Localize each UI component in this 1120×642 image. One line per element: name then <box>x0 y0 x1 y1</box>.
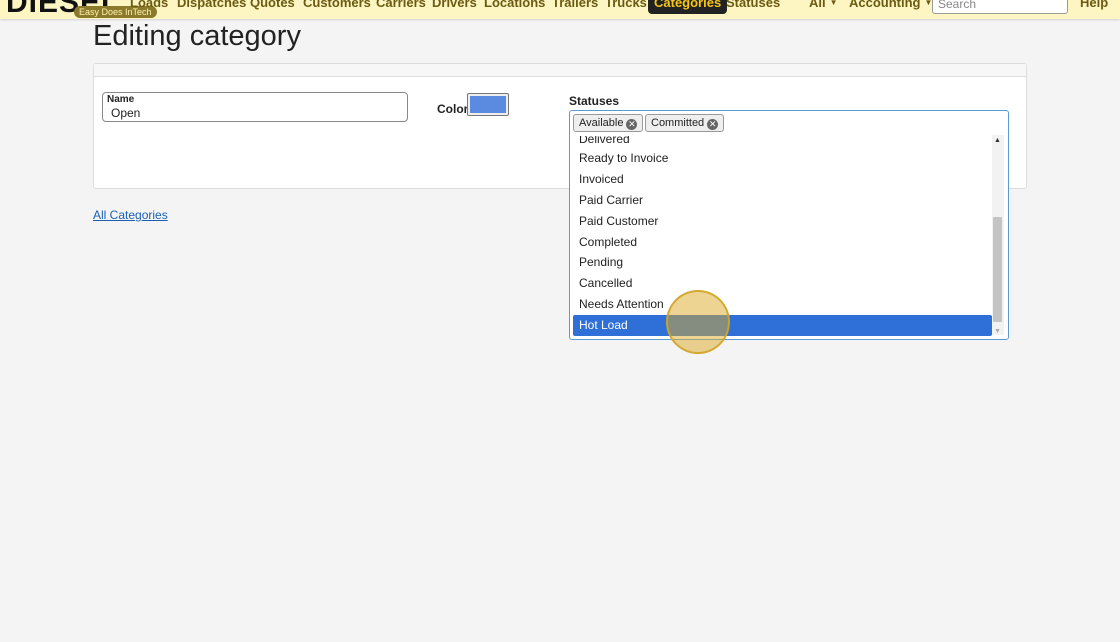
status-option-invoiced[interactable]: Invoiced <box>573 169 992 190</box>
x-circle-icon[interactable]: ✕ <box>626 119 638 130</box>
page-title: Editing category <box>93 20 301 52</box>
nav-customers[interactable]: Customers <box>303 0 371 10</box>
card-header <box>94 64 1026 77</box>
nav-statuses[interactable]: Statuses <box>726 0 780 10</box>
nav-carriers[interactable]: Carriers <box>376 0 426 10</box>
status-option-pending[interactable]: Pending <box>573 252 992 273</box>
status-option-paid-customer[interactable]: Paid Customer <box>573 211 992 232</box>
search-input[interactable] <box>932 0 1068 14</box>
chip-label: Available <box>579 117 624 129</box>
nav-trailers[interactable]: Trailers <box>552 0 598 10</box>
nav-dispatches[interactable]: Dispatches <box>177 0 246 10</box>
nav-accounting-label: Accounting <box>849 0 921 10</box>
x-circle-icon[interactable]: ✕ <box>707 119 719 130</box>
status-option-ready-to-invoice[interactable]: Ready to Invoice <box>573 148 992 169</box>
scroll-thumb[interactable] <box>993 217 1002 322</box>
scroll-down-arrow-icon[interactable]: ▼ <box>994 328 1001 335</box>
status-chip-available: Available ✕ <box>573 114 644 132</box>
nav-scope-label: All <box>809 0 826 10</box>
nav-help[interactable]: Help <box>1080 0 1108 10</box>
nav-quotes[interactable]: Quotes <box>250 0 295 10</box>
status-chip-committed: Committed ✕ <box>645 114 725 132</box>
nav-categories[interactable]: Categories <box>648 0 728 14</box>
name-field[interactable]: Name <box>102 92 408 122</box>
caret-down-icon: ▼ <box>829 0 838 7</box>
nav-drivers[interactable]: Drivers <box>432 0 477 10</box>
nav-loads[interactable]: Loads <box>130 0 168 10</box>
color-label: Color <box>437 102 469 116</box>
all-categories-link[interactable]: All Categories <box>93 208 168 222</box>
color-swatch-fill <box>470 96 506 113</box>
nav-locations[interactable]: Locations <box>484 0 545 10</box>
scroll-up-arrow-icon[interactable]: ▲ <box>994 137 1001 144</box>
dropdown-scrollbar[interactable]: ▲ ▼ <box>992 135 1004 335</box>
nav-accounting-dropdown[interactable]: Accounting ▼ <box>849 0 932 10</box>
name-input[interactable] <box>111 106 401 120</box>
status-option-paid-carrier[interactable]: Paid Carrier <box>573 190 992 211</box>
status-option-needs-attention[interactable]: Needs Attention <box>573 294 992 315</box>
top-navbar: DIESEL Easy Does InTech Loads Dispatches… <box>0 0 1120 19</box>
nav-scope-dropdown[interactable]: All ▼ <box>809 0 838 10</box>
statuses-multiselect[interactable]: Available ✕ Committed ✕ Delivered Ready to… <box>569 110 1009 340</box>
status-option-completed[interactable]: Completed <box>573 232 992 253</box>
name-label: Name <box>107 94 135 105</box>
statuses-label: Statuses <box>569 94 620 108</box>
nav-trucks[interactable]: Trucks <box>605 0 647 10</box>
status-option-cancelled[interactable]: Cancelled <box>573 273 992 294</box>
chip-label: Committed <box>651 117 705 129</box>
color-picker[interactable] <box>467 93 509 116</box>
statuses-dropdown-list: Delivered Ready to Invoice Invoiced Paid… <box>573 136 993 337</box>
status-option-hot-load[interactable]: Hot Load <box>573 315 992 336</box>
